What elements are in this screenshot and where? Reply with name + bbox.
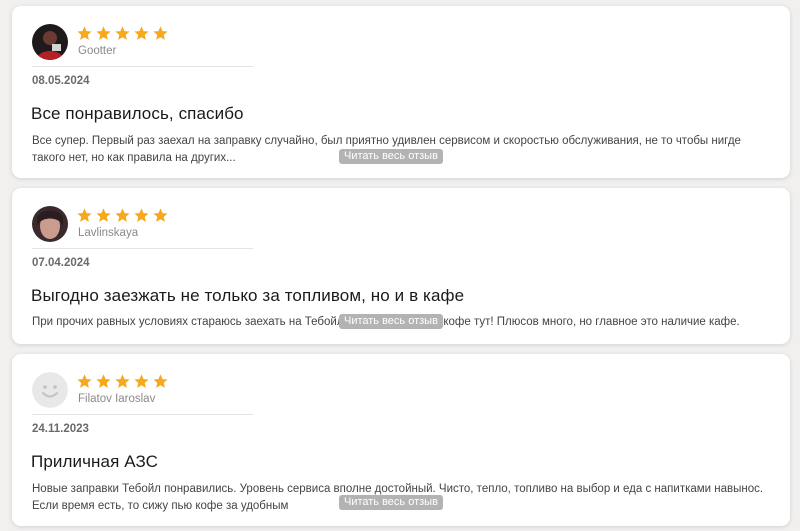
avatar[interactable] bbox=[32, 24, 68, 60]
rating-stars bbox=[76, 207, 169, 224]
read-full-review-button[interactable]: Читать весь отзыв bbox=[339, 495, 443, 510]
review-title: Выгодно заезжать не только за топливом, … bbox=[31, 286, 465, 305]
divider bbox=[32, 248, 253, 249]
star-icon bbox=[96, 374, 111, 388]
star-icon bbox=[134, 208, 149, 222]
star-icon bbox=[77, 26, 92, 40]
rating-stars bbox=[76, 25, 169, 42]
review-title: Все понравилось, спасибо bbox=[31, 104, 244, 123]
divider bbox=[32, 66, 253, 67]
review-card: Filatov Iaroslav 24.11.2023 Приличная АЗ… bbox=[12, 354, 790, 526]
star-icon bbox=[153, 208, 168, 222]
rating-stars bbox=[76, 373, 169, 390]
star-icon bbox=[96, 26, 111, 40]
star-icon bbox=[77, 374, 92, 388]
star-icon bbox=[115, 208, 130, 222]
review-card: Gootter 08.05.2024 Все понравилось, спас… bbox=[12, 6, 790, 178]
avatar-placeholder-icon[interactable] bbox=[32, 372, 68, 408]
divider bbox=[32, 414, 253, 415]
star-icon bbox=[134, 374, 149, 388]
review-date: 24.11.2023 bbox=[32, 423, 89, 435]
review-date: 08.05.2024 bbox=[32, 75, 90, 87]
star-icon bbox=[153, 374, 168, 388]
review-author[interactable]: Gootter bbox=[78, 45, 116, 57]
review-card: Lavlinskaya 07.04.2024 Выгодно заезжать … bbox=[12, 188, 790, 344]
star-icon bbox=[77, 208, 92, 222]
review-list: Gootter 08.05.2024 Все понравилось, спас… bbox=[0, 0, 800, 531]
review-author[interactable]: Lavlinskaya bbox=[78, 227, 138, 239]
avatar[interactable] bbox=[32, 206, 68, 242]
read-full-review-button[interactable]: Читать весь отзыв bbox=[339, 149, 443, 164]
star-icon bbox=[115, 374, 130, 388]
review-title: Приличная АЗС bbox=[31, 452, 159, 471]
read-full-review-button[interactable]: Читать весь отзыв bbox=[339, 314, 443, 329]
star-icon bbox=[153, 26, 168, 40]
star-icon bbox=[96, 208, 111, 222]
review-date: 07.04.2024 bbox=[32, 257, 90, 269]
star-icon bbox=[115, 26, 130, 40]
review-author[interactable]: Filatov Iaroslav bbox=[78, 393, 155, 405]
star-icon bbox=[134, 26, 149, 40]
